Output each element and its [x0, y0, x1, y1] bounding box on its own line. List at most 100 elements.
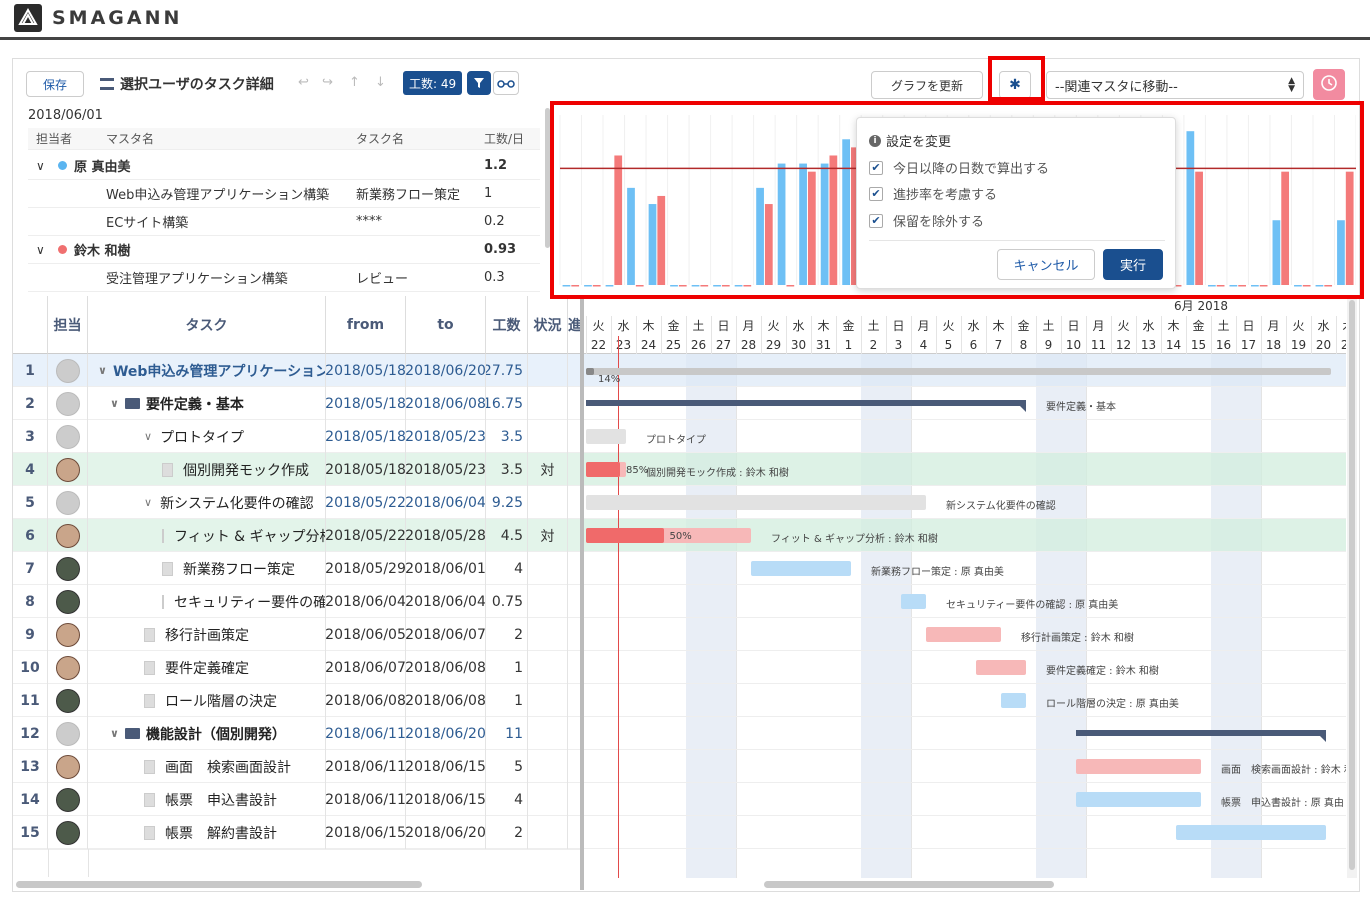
table-row[interactable]: 4 個別開発モック作成 2018/05/18 2018/05/23 3.5 対 [13, 453, 583, 486]
chart-bar[interactable] [592, 285, 601, 287]
chart-bar[interactable] [1337, 220, 1345, 285]
col-header-to[interactable]: to [406, 296, 486, 354]
to-cell[interactable]: 2018/06/04 [406, 585, 486, 618]
avatar[interactable] [55, 457, 80, 482]
cancel-button[interactable]: キャンセル [997, 249, 1095, 280]
chart-bar[interactable] [1195, 171, 1203, 285]
chart-bar[interactable] [678, 285, 687, 287]
effort-cell[interactable]: 2 [486, 816, 528, 849]
status-cell[interactable] [528, 783, 568, 816]
from-cell[interactable]: 2018/06/07 [326, 651, 406, 684]
table-row[interactable]: 5 ∨ 新システム化要件の確認 2018/05/22 2018/06/04 9.25 [13, 486, 583, 519]
col-header-effort[interactable]: 工数 [486, 296, 528, 354]
col-header-task[interactable]: タスク [88, 296, 326, 354]
col-header-from[interactable]: from [326, 296, 406, 354]
chart-bar[interactable] [713, 285, 721, 287]
summary-group-row[interactable]: ∨ 鈴木 和樹 0.93 [28, 236, 540, 264]
to-cell[interactable]: 2018/05/23 [406, 453, 486, 486]
to-cell[interactable]: 2018/05/28 [406, 519, 486, 552]
status-cell[interactable] [528, 717, 568, 750]
table-row[interactable]: 3 ∨ プロトタイプ 2018/05/18 2018/05/23 3.5 [13, 420, 583, 453]
from-cell[interactable]: 2018/05/22 [326, 486, 406, 519]
effort-cell[interactable]: 2 [486, 618, 528, 651]
effort-cell[interactable]: 4 [486, 783, 528, 816]
arrow-up-icon[interactable]: ↑ [349, 75, 360, 90]
grid-horizontal-scrollbar[interactable] [16, 881, 422, 888]
effort-cell[interactable]: 1 [486, 651, 528, 684]
chart-bar[interactable] [635, 285, 644, 287]
task-cell[interactable]: 個別開発モック作成 [88, 453, 326, 486]
checkbox-checked-icon[interactable]: ✔ [869, 160, 883, 175]
effort-cell[interactable]: 16.75 [486, 387, 528, 420]
chart-bar[interactable] [614, 155, 623, 285]
chart-bar[interactable] [1207, 285, 1216, 287]
assignee-cell[interactable] [48, 783, 88, 816]
status-cell[interactable] [528, 651, 568, 684]
chart-bar[interactable] [820, 163, 829, 285]
chart-bar[interactable] [1302, 285, 1311, 287]
chart-bar[interactable] [627, 187, 635, 285]
assignee-cell[interactable] [48, 717, 88, 750]
status-cell[interactable] [528, 420, 568, 453]
master-select[interactable]: --関連マスタに移動-- ▲ ▼ [1046, 71, 1304, 99]
task-bar[interactable] [1176, 825, 1326, 840]
from-cell[interactable]: 2018/06/11 [326, 750, 406, 783]
task-cell[interactable]: 要件定義確定 [88, 651, 326, 684]
chart-bar[interactable] [1345, 171, 1354, 285]
avatar[interactable] [55, 655, 80, 680]
from-cell[interactable]: 2018/05/18 [326, 420, 406, 453]
chart-bar[interactable] [842, 139, 851, 285]
to-cell[interactable]: 2018/06/01 [406, 552, 486, 585]
task-cell[interactable]: ∨ 要件定義・基本 [88, 387, 326, 420]
status-cell[interactable] [528, 585, 568, 618]
assignee-cell[interactable] [48, 519, 88, 552]
avatar[interactable] [55, 589, 80, 614]
chart-bar[interactable] [1186, 131, 1195, 285]
chart-bar[interactable] [691, 285, 700, 287]
to-cell[interactable]: 2018/06/20 [406, 717, 486, 750]
from-cell[interactable]: 2018/06/15 [326, 816, 406, 849]
history-clock-button[interactable] [1313, 69, 1345, 100]
undo-icon[interactable]: ↩ [298, 75, 309, 90]
avatar[interactable] [55, 358, 80, 383]
task-bar[interactable] [926, 627, 1001, 642]
avatar[interactable] [55, 622, 80, 647]
chart-bar[interactable] [1281, 171, 1290, 285]
assignee-cell[interactable] [48, 585, 88, 618]
task-cell[interactable]: ロール階層の決定 [88, 684, 326, 717]
avatar[interactable] [55, 556, 80, 581]
chart-bar[interactable] [756, 187, 764, 285]
table-row[interactable]: 1 ∨ Web申込み管理アプリケーション構築2018/05/182018/06/20… [13, 354, 583, 387]
to-cell[interactable]: 2018/06/15 [406, 783, 486, 816]
table-row[interactable]: 6 フィット & ギャップ分析 2018/05/22 2018/05/28 4.5 対 [13, 519, 583, 552]
update-graph-button[interactable]: グラフを更新 [871, 71, 983, 99]
chevron-down-icon[interactable]: ∨ [110, 397, 119, 410]
summary-group-row[interactable]: ∨ 原 真由美 1.2 [28, 152, 540, 180]
assignee-cell[interactable] [48, 387, 88, 420]
chart-bar[interactable] [799, 163, 807, 285]
task-cell[interactable]: 帳票 申込書設計 [88, 783, 326, 816]
table-row[interactable]: 12 ∨ 機能設計（個別開発） 2018/06/11 2018/06/20 11 [13, 717, 583, 750]
assignee-cell[interactable] [48, 486, 88, 519]
task-bar[interactable] [586, 495, 926, 510]
to-cell[interactable]: 2018/06/07 [406, 618, 486, 651]
effort-cell[interactable]: 3.5 [486, 420, 528, 453]
status-cell[interactable]: 対 [528, 519, 568, 552]
checkbox-checked-icon[interactable]: ✔ [869, 213, 883, 228]
task-cell[interactable]: ∨ 新システム化要件の確認 [88, 486, 326, 519]
from-cell[interactable]: 2018/06/05 [326, 618, 406, 651]
from-cell[interactable]: 2018/05/18 [326, 387, 406, 420]
chart-bar[interactable] [562, 285, 571, 287]
status-cell[interactable] [528, 486, 568, 519]
chart-bar[interactable] [1315, 285, 1324, 287]
from-cell[interactable]: 2018/06/08 [326, 684, 406, 717]
chart-bar[interactable] [807, 171, 816, 285]
option-exclude-hold[interactable]: ✔ 保留を除外する [869, 211, 984, 230]
chart-bar[interactable] [571, 285, 580, 287]
avatar[interactable] [55, 787, 80, 812]
chart-bar[interactable] [1229, 285, 1238, 287]
table-row[interactable]: 15 帳票 解約書設計 2018/06/15 2018/06/20 2 [13, 816, 583, 849]
chart-bar[interactable] [786, 285, 795, 287]
assignee-cell[interactable] [48, 651, 88, 684]
from-cell[interactable]: 2018/05/29 [326, 552, 406, 585]
